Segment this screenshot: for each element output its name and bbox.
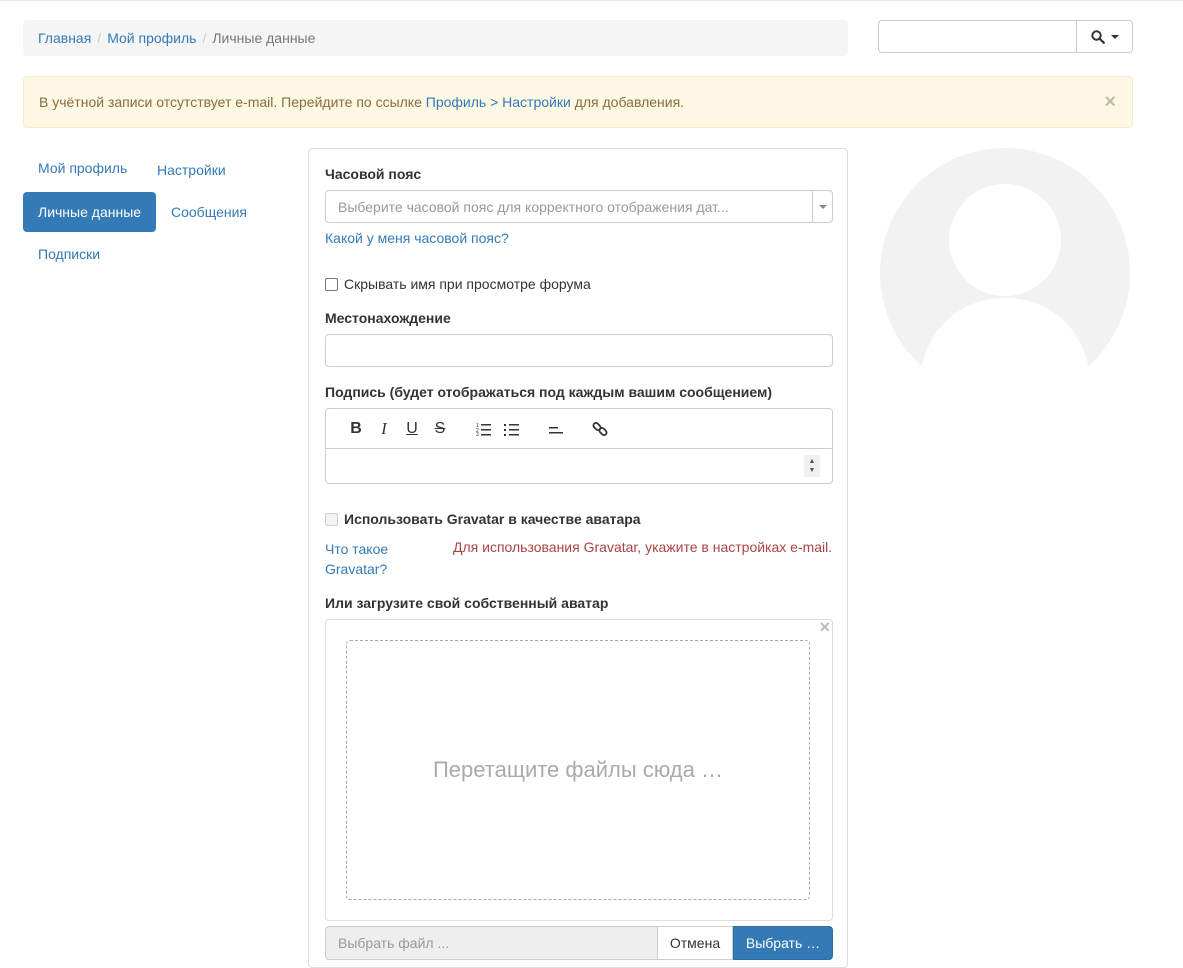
hide-name-label: Скрывать имя при просмотре форума <box>344 276 591 292</box>
chevron-down-icon <box>1110 34 1119 39</box>
search-button[interactable] <box>1077 20 1133 53</box>
chevron-down-icon <box>812 191 832 222</box>
nav-settings[interactable]: Настройки <box>142 150 241 190</box>
resize-spinner-icon[interactable]: ▲ ▼ <box>804 455 820 477</box>
nav-messages[interactable]: Сообщения <box>156 192 262 232</box>
signature-editor[interactable]: ▲ ▼ <box>325 449 833 484</box>
timezone-help-link[interactable]: Какой у меня часовой пояс? <box>325 230 509 246</box>
bullet-list-button[interactable] <box>498 417 526 441</box>
search-group <box>878 20 1133 53</box>
upload-label: Или загрузите свой собственный аватар <box>325 595 609 611</box>
file-dropzone[interactable]: Перетащите файлы сюда … <box>346 640 810 900</box>
alert-text: В учётной записи отсутствует e-mail. Пер… <box>39 94 426 110</box>
nav-personal-data[interactable]: Личные данные <box>23 192 157 232</box>
gravatar-label: Использовать Gravatar в качестве аватара <box>344 511 641 527</box>
signature-label: Подпись (будет отображаться под каждым в… <box>325 384 773 400</box>
ordered-list-button[interactable]: 123 <box>470 417 498 441</box>
bold-button[interactable]: B <box>342 417 370 441</box>
top-divider <box>0 0 1183 1</box>
location-input[interactable] <box>325 334 833 367</box>
gravatar-help-line1: Что такое <box>325 541 389 557</box>
file-input-group: Выбрать файл ... Отмена Выбрать … <box>325 926 833 960</box>
svg-text:3: 3 <box>476 432 479 436</box>
nav-subscriptions[interactable]: Подписки <box>23 234 115 274</box>
close-icon[interactable]: × <box>1104 92 1116 112</box>
breadcrumb-separator: / <box>202 30 207 46</box>
align-button[interactable] <box>542 417 570 441</box>
nav-my-profile[interactable]: Мой профиль <box>23 148 142 188</box>
breadcrumb-profile[interactable]: Мой профиль <box>107 30 196 46</box>
bullet-list-icon <box>504 423 519 436</box>
strikethrough-button[interactable]: S <box>426 417 454 441</box>
avatar-placeholder <box>880 148 1130 398</box>
hide-name-checkbox[interactable] <box>325 277 338 291</box>
gravatar-help-link[interactable]: Что такое Gravatar? <box>325 539 388 579</box>
breadcrumb-current: Личные данные <box>212 30 316 46</box>
timezone-placeholder: Выберите часовой пояс для корректного от… <box>338 198 729 215</box>
email-warning-alert: В учётной записи отсутствует e-mail. Пер… <box>23 76 1133 128</box>
gravatar-checkbox[interactable] <box>325 512 338 526</box>
personal-data-form: Часовой пояс Выберите часовой пояс для к… <box>308 148 848 968</box>
gravatar-help-line2: Gravatar? <box>325 561 388 577</box>
breadcrumb-home[interactable]: Главная <box>38 30 91 46</box>
search-input[interactable] <box>878 20 1077 53</box>
cancel-button[interactable]: Отмена <box>658 926 733 960</box>
gravatar-row: Использовать Gravatar в качестве аватара <box>325 511 641 527</box>
avatar-upload-area: × Перетащите файлы сюда … <box>325 617 833 921</box>
breadcrumb-separator: / <box>97 30 102 46</box>
user-silhouette-icon <box>920 184 1090 398</box>
browse-button[interactable]: Выбрать … <box>733 926 833 960</box>
gravatar-error-text: Для использования Gravatar, укажите в на… <box>453 539 833 555</box>
alert-text-end: для добавления. <box>570 94 685 110</box>
file-caption[interactable]: Выбрать файл ... <box>325 926 658 960</box>
ordered-list-icon: 123 <box>476 423 491 436</box>
signature-toolbar: B I U S 123 <box>325 408 833 449</box>
breadcrumb: Главная / Мой профиль / Личные данные <box>23 20 848 56</box>
link-icon <box>592 421 608 436</box>
align-left-icon <box>549 426 563 433</box>
alert-settings-link[interactable]: Профиль > Настройки <box>426 94 571 110</box>
underline-button[interactable]: U <box>398 417 426 441</box>
hide-name-row: Скрывать имя при просмотре форума <box>325 276 591 292</box>
location-label: Местонахождение <box>325 310 451 326</box>
link-button[interactable] <box>586 417 614 441</box>
close-icon[interactable]: × <box>819 617 830 638</box>
search-icon <box>1090 29 1105 44</box>
timezone-label: Часовой пояс <box>325 166 422 182</box>
italic-button[interactable]: I <box>370 417 398 441</box>
timezone-select[interactable]: Выберите часовой пояс для корректного от… <box>325 190 833 223</box>
